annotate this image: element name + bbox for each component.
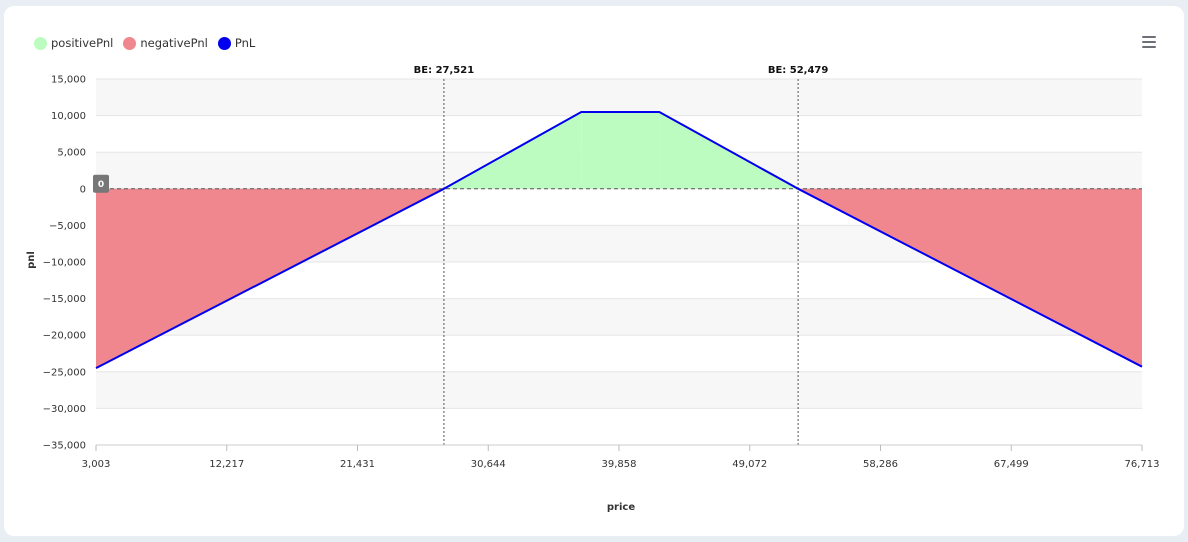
grid-band: [96, 371, 1142, 409]
x-tick-label: 12,217: [209, 459, 244, 470]
y-tick-label: −30,000: [43, 404, 86, 415]
x-tick-label: 30,644: [471, 459, 506, 470]
x-tick-label: 76,713: [1125, 459, 1160, 470]
x-tick-label: 58,286: [863, 459, 898, 470]
pnl-chart: BE: 27,521 BE: 52,479 0 15,000 10,000 5,000 0 −…: [26, 65, 1160, 513]
x-tick-label: 49,072: [732, 459, 767, 470]
x-axis-title: price: [607, 502, 635, 513]
y-tick-label: −15,000: [43, 294, 86, 305]
break-even-label: BE: 27,521: [414, 65, 475, 76]
zero-badge-label: 0: [98, 180, 104, 190]
grid-band: [96, 298, 1142, 336]
y-tick-label: 0: [80, 184, 86, 195]
y-tick-label: −35,000: [43, 441, 86, 452]
x-tick-label: 39,858: [602, 459, 637, 470]
x-tick-label: 21,431: [340, 459, 375, 470]
y-tick-label: −20,000: [43, 331, 86, 342]
y-tick-label: −5,000: [49, 221, 86, 232]
y-axis-title: pnl: [26, 251, 37, 269]
x-tick-label: 3,003: [82, 459, 111, 470]
break-even-label: BE: 52,479: [768, 65, 829, 76]
y-tick-label: 5,000: [57, 148, 86, 159]
y-tick-label: −25,000: [43, 367, 86, 378]
x-tick-label: 67,499: [994, 459, 1029, 470]
y-tick-label: 15,000: [51, 75, 86, 86]
positive-pnl-area: [581, 111, 660, 189]
y-tick-label: −10,000: [43, 258, 86, 269]
y-tick-label: 10,000: [51, 111, 86, 122]
grid-band: [96, 79, 1142, 116]
